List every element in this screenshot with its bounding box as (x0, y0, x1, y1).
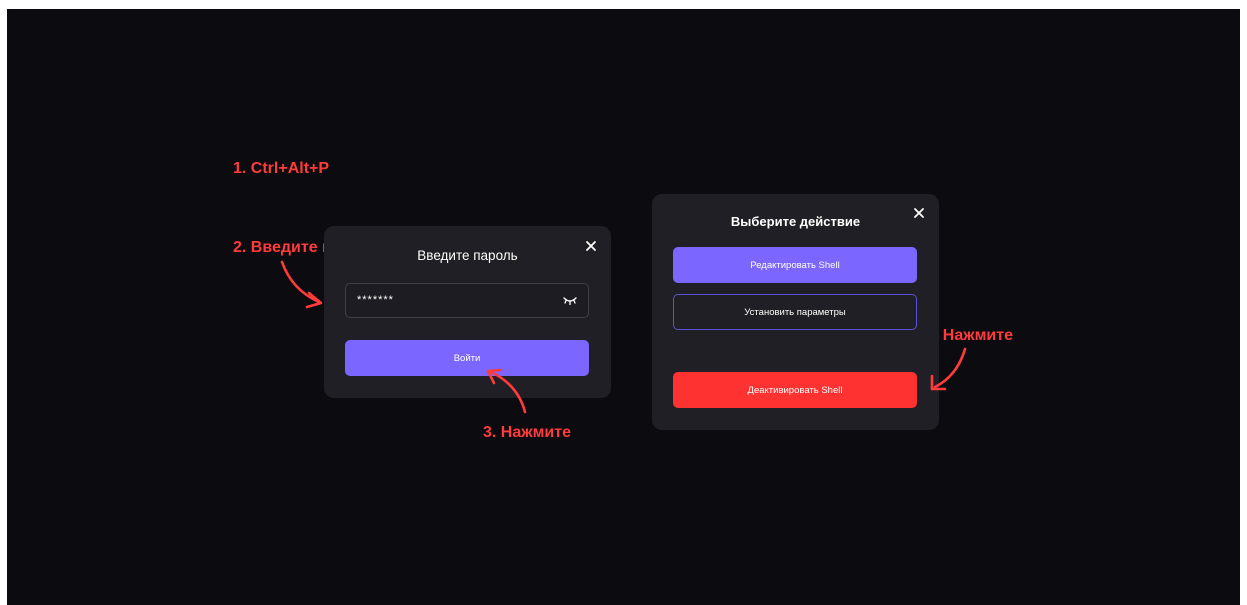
eye-closed-icon[interactable] (562, 295, 578, 307)
password-input[interactable]: ******* (345, 283, 589, 318)
password-value: ******* (357, 294, 394, 306)
close-icon[interactable] (911, 205, 927, 221)
close-icon[interactable] (583, 238, 599, 254)
edit-shell-button[interactable]: Редактировать Shell (673, 247, 917, 283)
login-button[interactable]: Войти (345, 340, 589, 376)
action-dialog-title: Выберите действие (730, 214, 861, 229)
deactivate-shell-button[interactable]: Деактивировать Shell (673, 372, 917, 408)
password-dialog: Введите пароль ******* Войти (324, 226, 611, 398)
annotation-step-3: 3. Нажмите (483, 424, 571, 441)
password-dialog-title: Введите пароль (417, 248, 518, 263)
set-parameters-button[interactable]: Установить параметры (673, 294, 917, 330)
action-dialog: Выберите действие Редактировать Shell Ус… (652, 194, 939, 430)
screen-background (7, 9, 1240, 605)
annotation-step-1: 1. Ctrl+Alt+P (233, 160, 330, 177)
